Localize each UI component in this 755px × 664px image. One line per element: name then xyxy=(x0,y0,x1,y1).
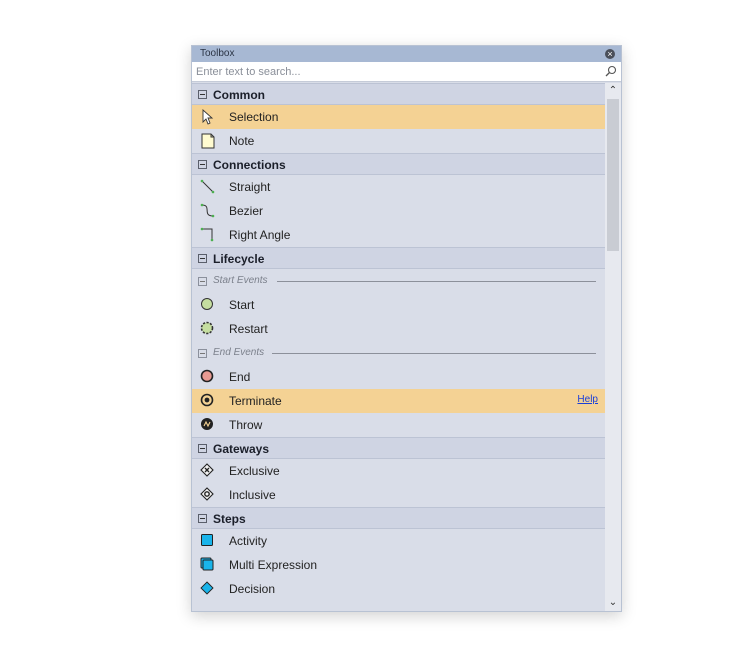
search-icon[interactable] xyxy=(605,65,617,77)
toolbox-panel: Toolbox × Common Selection Note xyxy=(191,45,622,612)
tool-label: Start xyxy=(229,298,255,312)
activity-icon xyxy=(201,534,213,546)
tool-label: Terminate xyxy=(229,394,282,408)
collapse-icon[interactable] xyxy=(198,160,207,169)
category-label: Common xyxy=(213,88,265,102)
category-lifecycle[interactable]: Lifecycle xyxy=(192,247,605,269)
category-label: Steps xyxy=(213,512,246,526)
throw-event-icon xyxy=(201,418,213,430)
inclusive-gateway-icon xyxy=(200,487,214,501)
toolbox-list: Common Selection Note Connections Straig… xyxy=(192,83,605,611)
tool-label: Exclusive xyxy=(229,464,280,478)
vertical-scrollbar[interactable]: ⌃ ⌄ xyxy=(605,83,621,611)
tool-item-activity[interactable]: Activity xyxy=(192,529,605,553)
scroll-thumb[interactable] xyxy=(607,99,619,251)
tool-label: Decision xyxy=(229,582,276,596)
note-icon xyxy=(201,133,215,149)
tool-label: Throw xyxy=(229,418,263,432)
restart-event-icon xyxy=(200,321,214,335)
right-angle-connector-icon xyxy=(200,227,214,242)
collapse-icon[interactable] xyxy=(198,254,207,263)
tool-label: Straight xyxy=(229,180,271,194)
subgroup-divider xyxy=(272,353,596,354)
search-input[interactable] xyxy=(196,64,596,79)
category-label: Lifecycle xyxy=(213,252,265,266)
help-link[interactable]: Help xyxy=(577,394,598,405)
exclusive-gateway-icon xyxy=(200,463,214,477)
tool-item-straight[interactable]: Straight xyxy=(192,175,605,199)
collapse-icon[interactable] xyxy=(198,90,207,99)
tool-item-note[interactable]: Note xyxy=(192,129,605,153)
tool-item-inclusive[interactable]: Inclusive xyxy=(192,483,605,507)
subgroup-start-events[interactable]: Start Events xyxy=(192,269,605,293)
tool-item-decision[interactable]: Decision xyxy=(192,577,605,601)
category-label: Connections xyxy=(213,158,286,172)
tool-label: End xyxy=(229,370,251,384)
subgroup-divider xyxy=(277,281,596,282)
multi-expression-icon xyxy=(200,557,214,571)
search-bar xyxy=(192,62,621,82)
tool-item-terminate[interactable]: Terminate Help xyxy=(192,389,605,413)
collapse-icon[interactable] xyxy=(198,349,207,358)
tool-label: Restart xyxy=(229,322,268,336)
subgroup-label: End Events xyxy=(213,347,265,358)
bezier-connector-icon xyxy=(200,203,215,218)
tool-item-restart[interactable]: Restart xyxy=(192,317,605,341)
tool-item-start[interactable]: Start xyxy=(192,293,605,317)
category-connections[interactable]: Connections xyxy=(192,153,605,175)
tool-label: Multi Expression xyxy=(229,558,318,572)
category-gateways[interactable]: Gateways xyxy=(192,437,605,459)
close-icon[interactable]: × xyxy=(605,49,615,59)
tool-item-selection[interactable]: Selection xyxy=(192,105,605,129)
tool-label: Right Angle xyxy=(229,228,291,242)
toolbox-titlebar[interactable]: Toolbox × xyxy=(192,46,621,62)
scroll-down-icon[interactable]: ⌄ xyxy=(605,596,621,610)
collapse-icon[interactable] xyxy=(198,514,207,523)
decision-icon xyxy=(200,581,214,595)
end-event-icon xyxy=(200,369,214,383)
scroll-up-icon[interactable]: ⌃ xyxy=(605,84,621,98)
tool-item-end[interactable]: End xyxy=(192,365,605,389)
category-common[interactable]: Common xyxy=(192,83,605,105)
tool-label: Activity xyxy=(229,534,268,548)
tool-item-throw[interactable]: Throw xyxy=(192,413,605,437)
toolbox-title: Toolbox xyxy=(200,48,235,59)
tool-label: Note xyxy=(229,134,255,148)
tool-label: Selection xyxy=(229,110,279,124)
tool-item-multi-expression[interactable]: Multi Expression xyxy=(192,553,605,577)
collapse-icon[interactable] xyxy=(198,444,207,453)
pointer-icon xyxy=(202,109,214,125)
subgroup-end-events[interactable]: End Events xyxy=(192,341,605,365)
terminate-event-icon xyxy=(200,393,214,407)
category-label: Gateways xyxy=(213,442,270,456)
subgroup-label: Start Events xyxy=(213,275,268,286)
collapse-icon[interactable] xyxy=(198,277,207,286)
tool-item-exclusive[interactable]: Exclusive xyxy=(192,459,605,483)
tool-label: Bezier xyxy=(229,204,264,218)
tool-item-right-angle[interactable]: Right Angle xyxy=(192,223,605,247)
straight-connector-icon xyxy=(200,179,215,194)
tool-label: Inclusive xyxy=(229,488,276,502)
tool-item-bezier[interactable]: Bezier xyxy=(192,199,605,223)
category-steps[interactable]: Steps xyxy=(192,507,605,529)
start-event-icon xyxy=(201,298,213,310)
